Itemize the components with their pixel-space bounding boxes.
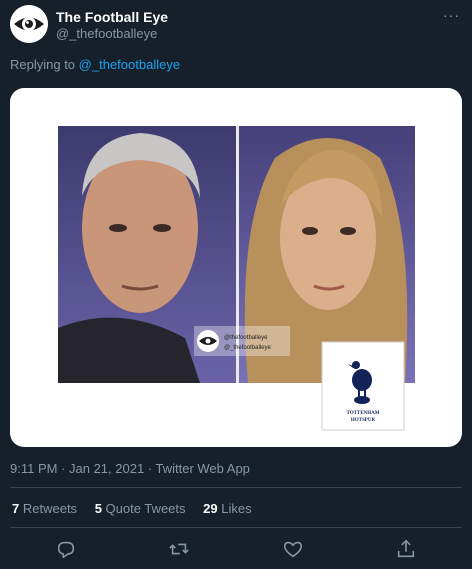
tweet-actions — [0, 538, 472, 560]
reply-button[interactable] — [55, 538, 77, 560]
divider — [10, 527, 462, 528]
more-options-icon[interactable]: ··· — [443, 7, 460, 23]
crest-text-2: HOTSPUR — [351, 418, 376, 423]
tweet-media[interactable]: @thefootballeye @_thefootballeye TOTTENH… — [10, 88, 462, 447]
quotes-count: 5 — [94, 501, 102, 516]
retweets-stat[interactable]: 7 Retweets — [12, 501, 77, 516]
retweets-label: Retweets — [22, 501, 78, 516]
crest-text-1: TOTTENHAM — [347, 411, 380, 416]
like-button[interactable] — [282, 538, 304, 560]
divider — [10, 487, 462, 488]
tweet-timestamp[interactable]: 9:11 PM · Jan 21, 2021 · Twitter Web App — [10, 461, 250, 476]
replying-to: Replying to @_thefootballeye — [10, 57, 180, 72]
club-crest: TOTTENHAM HOTSPUR — [321, 341, 405, 431]
share-icon — [397, 539, 415, 558]
retweet-icon — [169, 543, 189, 555]
likes-stat[interactable]: 29 Likes — [203, 501, 251, 516]
share-button[interactable] — [395, 538, 417, 560]
retweet-button[interactable] — [168, 538, 190, 560]
media-image: @thefootballeye @_thefootballeye TOTTENH… — [58, 126, 415, 431]
likes-label: Likes — [221, 501, 252, 516]
user-handle[interactable]: @_thefootballeye — [56, 26, 157, 41]
retweets-count: 7 — [12, 501, 20, 516]
watermark-handle-1: @thefootballeye — [224, 335, 268, 341]
image-watermark: @thefootballeye @_thefootballeye — [194, 326, 290, 356]
avatar[interactable] — [10, 5, 48, 43]
heart-icon — [283, 541, 303, 558]
replying-prefix: Replying to — [10, 57, 76, 72]
quotes-label: Quote Tweets — [105, 501, 186, 516]
reply-icon — [57, 541, 75, 559]
tweet-header: The Football Eye @_thefootballeye ··· — [10, 5, 462, 45]
replying-handle-link[interactable]: @_thefootballeye — [79, 57, 180, 72]
likes-count: 29 — [203, 501, 218, 516]
tweet-stats: 7 Retweets 5 Quote Tweets 29 Likes — [12, 501, 266, 516]
display-name[interactable]: The Football Eye — [56, 9, 168, 25]
watermark-handle-2: @_thefootballeye — [224, 345, 271, 351]
eye-logo-icon — [10, 5, 48, 43]
quotes-stat[interactable]: 5 Quote Tweets — [95, 501, 186, 516]
